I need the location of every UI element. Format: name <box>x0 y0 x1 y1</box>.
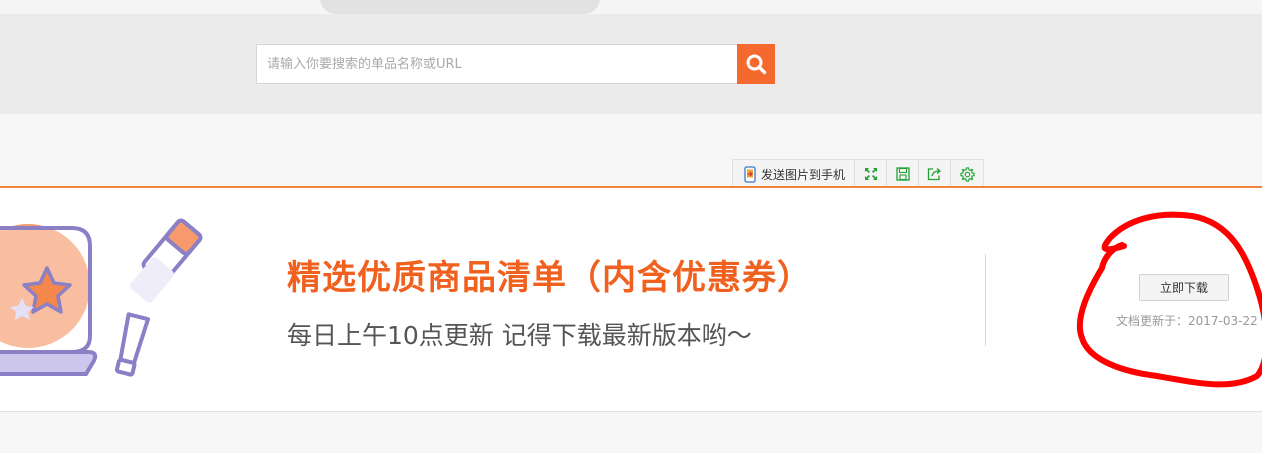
share-icon <box>927 168 942 181</box>
fullscreen-icon <box>864 168 877 180</box>
update-date: 文档更新于：2017-03-22 <box>1116 314 1258 328</box>
banner-headline: 精选优质商品清单（内含优惠券） <box>287 258 812 298</box>
page: 发送图片到手机 <box>0 0 1262 453</box>
settings-button[interactable] <box>951 160 983 188</box>
search-input[interactable] <box>256 44 738 84</box>
download-button[interactable]: 立即下载 <box>1139 274 1229 301</box>
promo-banner: 精选优质商品清单（内含优惠券） 每日上午10点更新 记得下载最新版本哟～ 立即下… <box>0 186 1262 412</box>
banner-divider <box>985 254 986 346</box>
search-icon <box>746 54 767 75</box>
top-tab <box>320 0 600 14</box>
save-button[interactable] <box>887 160 920 188</box>
doc-toolbar: 发送图片到手机 <box>732 159 985 188</box>
shopping-illustration <box>0 218 203 377</box>
send-to-phone-label: 发送图片到手机 <box>761 167 846 182</box>
phone-send-icon <box>744 165 756 183</box>
search-band <box>0 14 1262 114</box>
red-annotation-circle <box>1076 211 1262 388</box>
fullscreen-button[interactable] <box>855 160 888 188</box>
banner-subline: 每日上午10点更新 记得下载最新版本哟～ <box>287 321 752 350</box>
share-button[interactable] <box>919 160 952 188</box>
save-icon <box>895 167 910 181</box>
top-strip <box>0 0 1262 14</box>
search-button[interactable] <box>737 44 775 84</box>
settings-icon <box>959 166 975 182</box>
send-to-phone-button[interactable]: 发送图片到手机 <box>733 160 856 188</box>
